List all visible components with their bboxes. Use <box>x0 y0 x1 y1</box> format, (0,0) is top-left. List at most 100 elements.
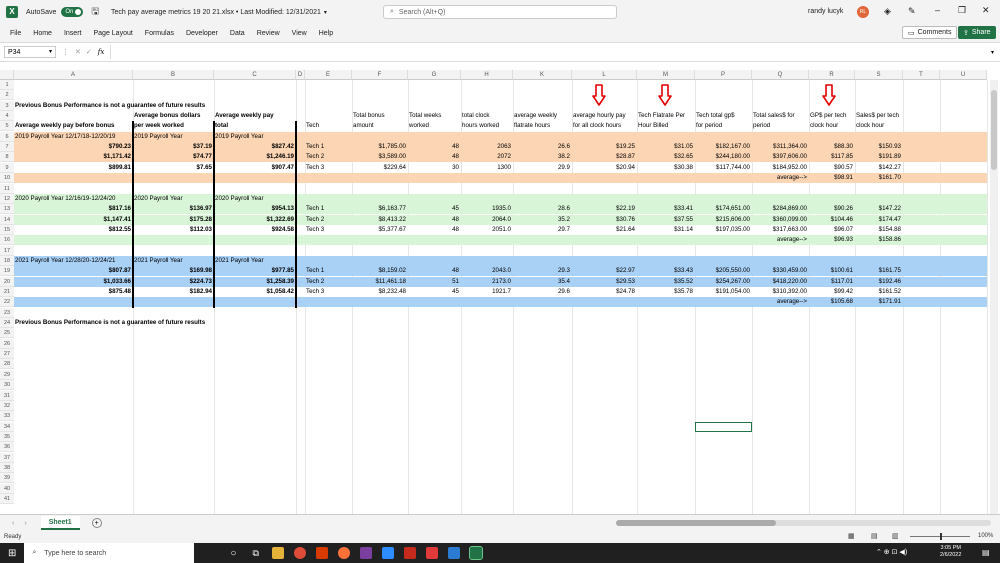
data-cell[interactable]: $175.28 <box>134 215 212 225</box>
diamond-icon[interactable]: ◈ <box>884 6 891 17</box>
header-gp-per-hour[interactable]: GP$ per tech <box>810 111 853 121</box>
data-cell[interactable]: $827.42 <box>215 142 294 152</box>
header-total-bonus-sub[interactable]: amount <box>353 121 406 131</box>
data-cell[interactable]: $19.25 <box>573 142 635 152</box>
header-clock-hours-sub[interactable]: hours worked <box>462 121 511 131</box>
data-cell[interactable]: $8,232.48 <box>353 287 406 297</box>
vertical-scroll-thumb[interactable] <box>991 90 997 170</box>
data-cell[interactable]: $33.43 <box>638 266 693 276</box>
header-flatrate-per-hour-sub[interactable]: Hour Billed <box>638 121 693 131</box>
column-header-f[interactable]: F <box>352 70 408 80</box>
average-gp-per-hour[interactable]: $105.68 <box>810 297 853 307</box>
row-header[interactable]: 9 <box>0 162 14 173</box>
data-cell[interactable]: 48 <box>409 266 459 276</box>
data-cell[interactable]: $397,606.00 <box>753 152 807 162</box>
column-header-e[interactable]: E <box>305 70 352 80</box>
row-header[interactable]: 20 <box>0 276 14 287</box>
column-header-k[interactable]: K <box>513 70 572 80</box>
row-header[interactable]: 26 <box>0 338 14 349</box>
tech-name[interactable]: Tech 2 <box>306 152 350 162</box>
data-cell[interactable]: $310,392.00 <box>753 287 807 297</box>
normal-view-icon[interactable]: ▦ <box>848 532 855 540</box>
tech-name[interactable]: Tech 2 <box>306 277 350 287</box>
data-cell[interactable]: $224.73 <box>134 277 212 287</box>
data-cell[interactable]: $1,058.42 <box>215 287 294 297</box>
row-header[interactable]: 12 <box>0 193 14 204</box>
header-total-weeks[interactable]: Total weeks <box>409 111 459 121</box>
data-cell[interactable]: 28.6 <box>514 204 570 214</box>
data-cell[interactable]: $284,869.00 <box>753 204 807 214</box>
data-cell[interactable]: $154.88 <box>856 225 901 235</box>
header-tech[interactable]: Tech <box>306 121 350 131</box>
data-cell[interactable]: $117.01 <box>810 277 853 287</box>
row-header[interactable]: 41 <box>0 494 14 504</box>
file-explorer-icon[interactable] <box>271 547 284 559</box>
row-header[interactable]: 38 <box>0 462 14 473</box>
share-button[interactable]: ⇪ Share <box>958 26 996 39</box>
row-header[interactable]: 34 <box>0 421 14 432</box>
row-header[interactable]: 32 <box>0 400 14 411</box>
data-cell[interactable]: $100.61 <box>810 266 853 276</box>
data-cell[interactable]: $1,258.39 <box>215 277 294 287</box>
column-header-q[interactable]: Q <box>752 70 809 80</box>
year-label[interactable]: 2019 Payroll Year <box>215 132 294 142</box>
data-cell[interactable]: $161.75 <box>856 266 901 276</box>
year-label[interactable]: 2021 Payroll Year <box>215 256 294 266</box>
sheet-prev-icon[interactable]: ‹ <box>12 520 14 527</box>
data-cell[interactable]: $3,589.00 <box>353 152 406 162</box>
sheet-tab-sheet1[interactable]: Sheet1 <box>40 516 80 530</box>
header-clock-hours[interactable]: total clock <box>462 111 511 121</box>
disclaimer-text[interactable]: Previous Bonus Performance is not a guar… <box>15 318 205 328</box>
data-cell[interactable]: 48 <box>409 152 459 162</box>
data-cell[interactable]: $184,952.00 <box>753 163 807 173</box>
data-cell[interactable]: $360,099.00 <box>753 215 807 225</box>
row-header[interactable]: 36 <box>0 442 14 453</box>
media-icon[interactable] <box>403 547 416 559</box>
row-header[interactable]: 35 <box>0 431 14 442</box>
row-header[interactable]: 30 <box>0 380 14 391</box>
header-hourly-pay[interactable]: average hourly pay <box>573 111 635 121</box>
year-label[interactable]: 2020 Payroll Year <box>134 194 212 204</box>
average-label[interactable]: average--> <box>753 297 807 307</box>
header-avg-weekly-total-sub[interactable]: total <box>215 121 294 131</box>
data-cell[interactable]: $74.77 <box>134 152 212 162</box>
header-flatrate-hours[interactable]: average weekly <box>514 111 570 121</box>
search-box[interactable]: ⌕ Search (Alt+Q) <box>383 5 617 19</box>
tech-name[interactable]: Tech 3 <box>306 225 350 235</box>
data-cell[interactable]: 29.6 <box>514 287 570 297</box>
data-cell[interactable]: $7.65 <box>134 163 212 173</box>
data-cell[interactable]: 45 <box>409 287 459 297</box>
data-cell[interactable]: $31.05 <box>638 142 693 152</box>
data-cell[interactable]: $150.93 <box>856 142 901 152</box>
sheet-next-icon[interactable]: › <box>24 520 26 527</box>
data-cell[interactable]: $169.98 <box>134 266 212 276</box>
column-header-u[interactable]: U <box>940 70 987 80</box>
data-cell[interactable]: $1,171.42 <box>15 152 131 162</box>
row-header[interactable]: 11 <box>0 183 14 194</box>
office-icon[interactable] <box>315 547 328 559</box>
data-cell[interactable]: 2043.0 <box>462 266 511 276</box>
header-total-sales[interactable]: Total sales$ for <box>753 111 807 121</box>
row-header[interactable]: 8 <box>0 152 14 163</box>
average-gp-per-hour[interactable]: $98.91 <box>810 173 853 183</box>
data-cell[interactable]: 2072 <box>462 152 511 162</box>
page-layout-view-icon[interactable]: ▤ <box>871 532 878 540</box>
horizontal-scrollbar[interactable] <box>616 520 991 526</box>
row-header[interactable]: 5 <box>0 121 14 132</box>
data-cell[interactable]: $22.19 <box>573 204 635 214</box>
selected-cell[interactable] <box>695 421 752 432</box>
data-cell[interactable]: $33.41 <box>638 204 693 214</box>
data-cell[interactable]: $907.47 <box>215 163 294 173</box>
data-cell[interactable]: 29.3 <box>514 266 570 276</box>
tech-name[interactable]: Tech 2 <box>306 215 350 225</box>
data-cell[interactable]: $215,606.00 <box>696 215 750 225</box>
windows-start-icon[interactable]: ⊞ <box>8 548 16 559</box>
data-cell[interactable]: 38.2 <box>514 152 570 162</box>
column-header-d[interactable]: D <box>296 70 305 80</box>
data-cell[interactable]: $899.81 <box>15 163 131 173</box>
tab-insert[interactable]: Insert <box>64 30 82 37</box>
zoom-level[interactable]: 100% <box>978 533 993 539</box>
row-header[interactable]: 2 <box>0 90 14 101</box>
data-cell[interactable]: $182,167.00 <box>696 142 750 152</box>
more-icon[interactable]: ⋮ <box>62 48 69 56</box>
